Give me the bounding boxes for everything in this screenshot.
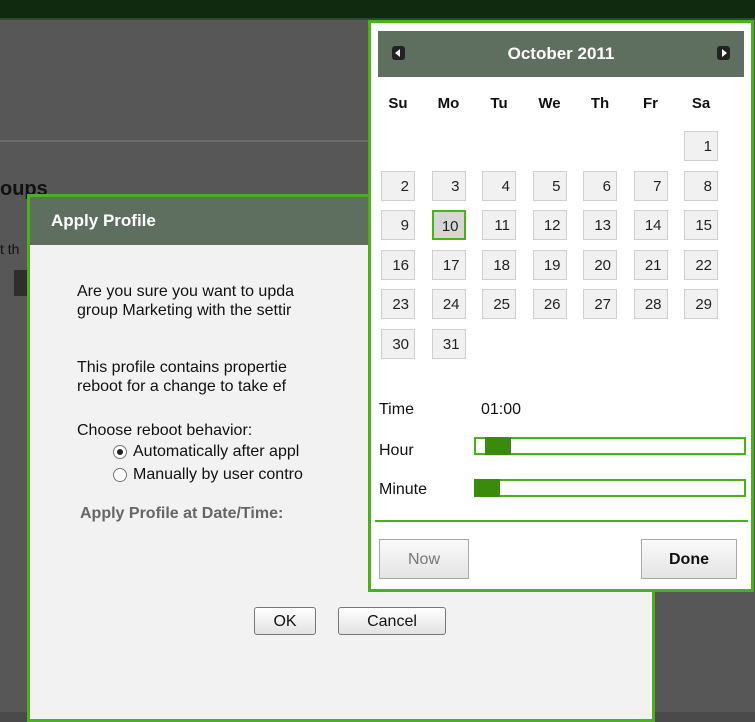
radio-option-automatic[interactable]: Automatically after appl	[113, 443, 299, 461]
radio-option-manual-label: Manually by user contro	[133, 466, 303, 483]
calendar-day[interactable]: 28	[633, 289, 668, 319]
hour-slider[interactable]	[474, 437, 746, 455]
radio-button[interactable]	[113, 468, 127, 482]
calendar-day[interactable]: 31	[431, 328, 466, 359]
calendar-day[interactable]: 17	[431, 249, 466, 280]
radio-option-manual[interactable]: Manually by user contro	[113, 466, 303, 484]
minute-slider[interactable]	[474, 479, 746, 497]
cancel-button[interactable]: Cancel	[338, 607, 446, 635]
calendar-header: October 2011	[378, 31, 744, 77]
confirm-text-line2: group Marketing with the settir	[77, 302, 292, 319]
top-bar	[0, 0, 755, 20]
calendar-day[interactable]: 11	[482, 210, 516, 240]
calendar-day[interactable]: 2	[381, 170, 415, 201]
calendar-day[interactable]: 25	[482, 289, 516, 319]
reboot-behavior-label: Choose reboot behavior:	[77, 422, 253, 439]
hour-label: Hour	[379, 442, 414, 459]
reboot-info-line1: This profile contains propertie	[77, 359, 287, 376]
calendar-day[interactable]: 15	[684, 210, 718, 240]
calendar-month-title: October 2011	[507, 44, 615, 63]
time-label: Time	[379, 401, 414, 418]
calendar-day[interactable]: 14	[633, 210, 668, 240]
calendar-day[interactable]: 26	[532, 289, 567, 319]
weekday-label: Sa	[691, 95, 711, 112]
now-button[interactable]: Now	[379, 539, 469, 579]
background-divider	[0, 140, 370, 142]
calendar-day[interactable]: 21	[633, 249, 668, 280]
next-month-icon[interactable]	[717, 46, 730, 60]
weekday-label: Su	[388, 95, 408, 112]
weekday-label: Tu	[490, 95, 508, 112]
radio-button-checked[interactable]	[113, 445, 127, 459]
calendar-divider	[375, 520, 748, 522]
calendar-day[interactable]: 9	[381, 210, 415, 240]
calendar-day[interactable]: 20	[583, 249, 617, 280]
weekday-label: Th	[590, 95, 610, 112]
calendar-day[interactable]: 3	[431, 170, 466, 201]
radio-option-automatic-label: Automatically after appl	[133, 443, 300, 460]
reboot-info-line2: reboot for a change to take ef	[77, 378, 287, 395]
datetime-picker: October 2011 Su Mo Tu We Th Fr Sa 1 2 3 4 5 6 7 8 9 10 1…	[368, 20, 754, 592]
calendar-day[interactable]: 16	[381, 249, 415, 280]
ok-button[interactable]: OK	[254, 607, 316, 635]
done-button[interactable]: Done	[641, 539, 737, 579]
calendar-day[interactable]: 4	[482, 170, 516, 201]
calendar-day[interactable]: 7	[633, 170, 668, 201]
calendar-day[interactable]: 22	[684, 249, 718, 280]
calendar-day[interactable]: 13	[583, 210, 617, 240]
calendar-day[interactable]: 30	[381, 328, 415, 359]
background-subtext: t th	[0, 241, 20, 257]
confirm-text: Are you sure you want to upda group Mark…	[77, 282, 294, 320]
calendar-day[interactable]: 19	[532, 249, 567, 280]
calendar-day[interactable]: 12	[532, 210, 567, 240]
calendar-day[interactable]: 18	[482, 249, 516, 280]
calendar-day-selected[interactable]: 10	[431, 210, 466, 240]
reboot-info-text: This profile contains propertie reboot f…	[77, 358, 287, 396]
calendar-day[interactable]: 1	[684, 131, 718, 161]
calendar-day[interactable]: 5	[532, 170, 567, 201]
weekday-label: We	[538, 95, 561, 112]
calendar-day[interactable]: 23	[381, 289, 415, 319]
calendar-day[interactable]: 6	[583, 170, 617, 201]
calendar-day[interactable]: 8	[684, 170, 718, 201]
weekday-label: Mo	[437, 95, 460, 112]
minute-label: Minute	[379, 481, 428, 498]
weekday-label: Fr	[643, 95, 658, 112]
calendar-day[interactable]: 24	[431, 289, 466, 319]
calendar-day[interactable]: 29	[684, 289, 718, 319]
time-value: 01:00	[481, 401, 522, 418]
confirm-text-line1: Are you sure you want to upda	[77, 283, 295, 300]
hour-slider-handle[interactable]	[484, 437, 511, 455]
calendar-day[interactable]: 27	[583, 289, 617, 319]
apply-datetime-label: Apply Profile at Date/Time:	[80, 505, 284, 522]
minute-slider-handle[interactable]	[474, 479, 500, 497]
